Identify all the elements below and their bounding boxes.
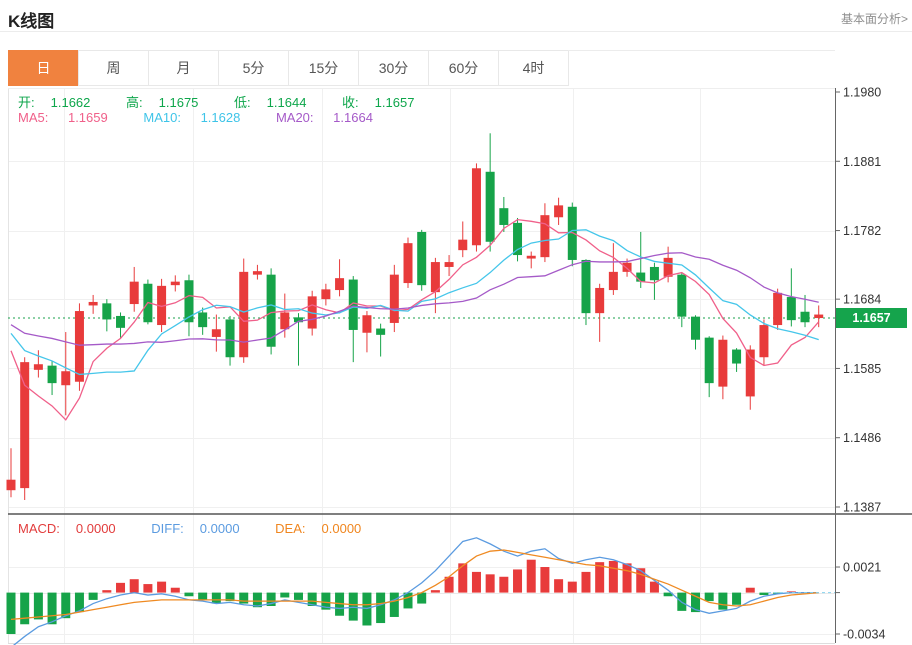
low-label: 低: — [234, 95, 251, 110]
svg-text:1.1486: 1.1486 — [843, 431, 881, 445]
svg-text:1.1684: 1.1684 — [843, 293, 881, 307]
ma10-label: MA10: — [143, 110, 181, 125]
diff-label: DIFF: — [151, 521, 184, 536]
svg-text:0.0021: 0.0021 — [843, 561, 881, 575]
dea-value: 0.0000 — [322, 521, 362, 536]
macd-label: MACD: — [18, 521, 60, 536]
kline-page: K线图 基本面分析> 日 周 月 5分 15分 30分 60分 4时 1.198… — [0, 0, 912, 645]
close-label: 收: — [342, 95, 359, 110]
ma20-label: MA20: — [276, 110, 314, 125]
current-price-badge: 1.1657 — [836, 308, 907, 328]
ma-legend: MA5: 1.1659 MA10: 1.1628 MA20: 1.1664 — [18, 110, 405, 125]
svg-text:1.1387: 1.1387 — [843, 501, 881, 515]
ma5-value: 1.1659 — [68, 110, 108, 125]
high-label: 高: — [126, 95, 143, 110]
svg-text:1.1585: 1.1585 — [843, 362, 881, 376]
macd-legend: MACD: 0.0000 DIFF: 0.0000 DEA: 0.0000 — [18, 521, 393, 536]
ma5-label: MA5: — [18, 110, 48, 125]
svg-text:-0.0034: -0.0034 — [843, 628, 885, 642]
ohlc-legend: 开: 1.1662 高: 1.1675 低: 1.1644 收: 1.1657 — [18, 92, 446, 111]
high-value: 1.1675 — [159, 95, 199, 110]
diff-value: 0.0000 — [200, 521, 240, 536]
macd-value: 0.0000 — [76, 521, 116, 536]
ma10-value: 1.1628 — [201, 110, 241, 125]
open-value: 1.1662 — [51, 95, 91, 110]
ma20-value: 1.1664 — [333, 110, 373, 125]
svg-text:1.1980: 1.1980 — [843, 86, 881, 100]
open-label: 开: — [18, 95, 35, 110]
svg-text:1.1782: 1.1782 — [843, 224, 881, 238]
low-value: 1.1644 — [267, 95, 307, 110]
close-value: 1.1657 — [375, 95, 415, 110]
svg-text:1.1881: 1.1881 — [843, 155, 881, 169]
dea-label: DEA: — [275, 521, 305, 536]
